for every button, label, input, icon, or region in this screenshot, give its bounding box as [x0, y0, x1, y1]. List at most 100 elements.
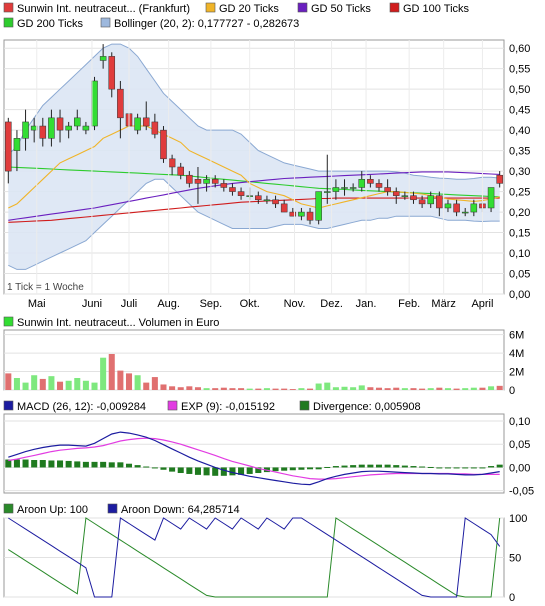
- divergence-bar: [108, 462, 115, 468]
- y-tick-label: 0,45: [509, 105, 530, 117]
- candle-up: [461, 211, 469, 214]
- divergence-bar: [375, 464, 383, 468]
- month-label: Nov.: [284, 298, 306, 310]
- divergence-bar: [298, 467, 305, 470]
- divergence-bar: [479, 467, 486, 469]
- volume-bar: [48, 376, 55, 390]
- volume-bar: [143, 382, 150, 390]
- divergence-bar: [470, 467, 477, 469]
- legend-label: GD 20 Ticks: [219, 3, 279, 15]
- divergence-bar: [488, 466, 495, 468]
- month-label: Mai: [28, 298, 46, 310]
- volume-bar: [375, 387, 383, 390]
- legend-label: GD 100 Ticks: [403, 3, 470, 15]
- candle-up: [263, 199, 271, 202]
- volume-bar: [444, 388, 451, 390]
- y-tick-label: 50: [509, 553, 521, 565]
- price-legend: Sunwin Int. neutraceut... (Frankfurt) GD …: [3, 2, 470, 30]
- y-tick-label: -0,05: [509, 486, 534, 498]
- price-y-axis: 0,00 0,05 0,10 0,15 0,20 0,25 0,30 0,35 0,40 0,45…: [509, 43, 530, 301]
- y-tick-label: 0,25: [509, 187, 530, 199]
- divergence-bar: [100, 461, 107, 468]
- macd-lines: [8, 431, 500, 486]
- y-tick-label: 0,40: [509, 125, 530, 137]
- volume-bar: [410, 388, 417, 390]
- volume-bar: [31, 375, 38, 390]
- candle-down: [306, 211, 314, 221]
- volume-bar: [324, 382, 331, 390]
- y-tick-label: 0,10: [509, 248, 530, 260]
- volume-bar: [39, 378, 46, 390]
- y-tick-label: 0,10: [509, 416, 530, 428]
- volume-bar: [5, 373, 12, 390]
- volume-bar: [384, 388, 391, 390]
- divergence-bar: [307, 467, 314, 470]
- divergence-bar: [410, 466, 417, 468]
- candle-up: [13, 138, 21, 151]
- divergence-bar: [341, 465, 348, 468]
- volume-bar: [100, 357, 107, 390]
- candle-up: [470, 203, 478, 213]
- y-tick-label: 100: [509, 513, 527, 525]
- candle-up: [298, 211, 305, 217]
- candle-up: [349, 187, 357, 189]
- volume-bar: [134, 375, 141, 390]
- divergence-bar: [13, 459, 20, 468]
- volume-y-axis: 0 2M 4M 6M: [509, 330, 524, 397]
- divergence-bar: [65, 460, 72, 468]
- candle-up: [487, 187, 495, 209]
- volume-bar: [332, 387, 339, 390]
- macd-grid: [3, 413, 505, 494]
- candle-down: [142, 117, 150, 127]
- legend-label: Sunwin Int. neutraceut... Volumen in Eur…: [17, 317, 219, 329]
- candle-up: [444, 203, 452, 209]
- aroon-legend: Aroon Up: 100 Aroon Down: 64,285714: [3, 503, 240, 516]
- legend-label: Bollinger (20, 2): 0,177727 - 0,282673: [114, 18, 299, 30]
- volume-bar: [289, 389, 296, 390]
- macd-panel: MACD (26, 12): -0,009284 EXP (9): -0,0151…: [3, 400, 534, 498]
- divergence-bar: [229, 467, 236, 476]
- volume-bar: [350, 387, 357, 390]
- candle-down: [237, 191, 245, 196]
- y-tick-label: 0,60: [509, 43, 530, 55]
- divergence-bar: [367, 464, 374, 468]
- volume-bar: [108, 354, 115, 390]
- volume-legend: Sunwin Int. neutraceut... Volumen in Eur…: [3, 316, 219, 329]
- divergence-bar: [401, 465, 408, 468]
- aroon-y-axis: 0 50 100: [509, 513, 527, 604]
- volume-bar: [151, 377, 158, 390]
- candle-up: [401, 195, 409, 197]
- divergence-bar: [384, 464, 391, 468]
- divergence-bar: [272, 467, 279, 472]
- volume-bar: [315, 383, 322, 390]
- legend-swatch: [167, 400, 178, 411]
- legend-swatch: [3, 503, 14, 514]
- legend-swatch: [3, 2, 14, 13]
- candle-down: [255, 195, 262, 201]
- divergence-bar: [177, 467, 184, 474]
- legend-swatch: [100, 17, 111, 28]
- legend-swatch: [205, 2, 216, 13]
- candle-up: [315, 191, 322, 221]
- volume-bar: [212, 388, 219, 390]
- candle-down: [56, 117, 64, 131]
- volume-bar: [419, 388, 426, 390]
- candle-down: [168, 158, 176, 168]
- y-tick-label: 0,35: [509, 146, 530, 158]
- candle-down: [186, 174, 193, 184]
- divergence-bar: [117, 462, 124, 468]
- month-label: Feb.: [398, 298, 420, 310]
- legend-swatch: [389, 2, 400, 13]
- y-tick-label: 0,20: [509, 207, 530, 219]
- month-label: Dez.: [320, 298, 343, 310]
- candle-down: [384, 187, 391, 192]
- y-tick-label: 0,55: [509, 64, 530, 76]
- divergence-bar: [22, 459, 29, 468]
- candle-down: [211, 179, 219, 184]
- candle-down: [229, 187, 236, 192]
- y-tick-label: 0: [509, 592, 515, 604]
- macd-line: [8, 431, 500, 486]
- candle-down: [5, 121, 12, 172]
- volume-bar: [393, 387, 400, 390]
- divergence-bar: [332, 466, 339, 468]
